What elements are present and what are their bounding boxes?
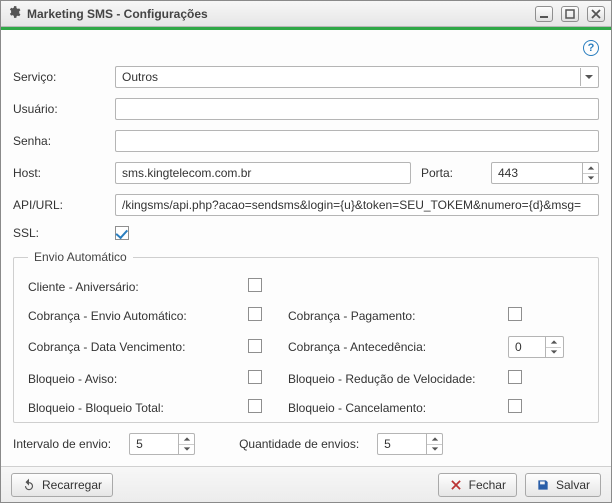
antecedencia-step-down[interactable] (546, 348, 561, 358)
bloqueio-aviso-checkbox[interactable] (248, 370, 262, 384)
quantidade-input[interactable] (378, 434, 426, 454)
minimize-button[interactable] (535, 6, 553, 22)
senha-input[interactable] (115, 130, 599, 152)
apiurl-input[interactable] (115, 194, 599, 216)
titlebar: Marketing SMS - Configurações (1, 1, 611, 27)
ssl-label: SSL: (13, 226, 115, 240)
envio-legend: Envio Automático (28, 250, 133, 264)
cobranca-antecedencia-spinner[interactable] (508, 336, 564, 358)
fechar-label: Fechar (469, 478, 506, 492)
bloqueio-total-label: Bloqueio - Bloqueio Total: (28, 401, 248, 415)
close-icon (449, 478, 463, 492)
quantidade-label: Quantidade de envios: (239, 437, 359, 451)
quantidade-spinner[interactable] (377, 433, 443, 455)
porta-spinner[interactable] (491, 162, 599, 184)
porta-label: Porta: (421, 166, 481, 180)
intervalo-input[interactable] (130, 434, 178, 454)
intervalo-spinner[interactable] (129, 433, 195, 455)
window-title: Marketing SMS - Configurações (27, 7, 527, 21)
cobranca-envio-label: Cobrança - Envio Automático: (28, 309, 248, 323)
bloqueio-cancelamento-checkbox[interactable] (508, 399, 522, 413)
salvar-label: Salvar (556, 478, 590, 492)
chevron-down-icon (580, 68, 596, 86)
cobranca-vencimento-label: Cobrança - Data Vencimento: (28, 340, 248, 354)
porta-step-up[interactable] (583, 163, 598, 174)
cobranca-pagamento-label: Cobrança - Pagamento: (288, 309, 508, 323)
close-button[interactable] (587, 6, 605, 22)
bloqueio-reducao-label: Bloqueio - Redução de Velocidade: (288, 372, 508, 386)
salvar-button[interactable]: Salvar (525, 473, 601, 497)
cobranca-antecedencia-input[interactable] (509, 337, 545, 357)
cobranca-vencimento-checkbox[interactable] (248, 339, 262, 353)
porta-input[interactable] (492, 163, 582, 183)
maximize-button[interactable] (561, 6, 579, 22)
ssl-checkbox[interactable] (115, 226, 129, 240)
quantidade-step-down[interactable] (427, 445, 442, 455)
quantidade-step-up[interactable] (427, 434, 442, 445)
porta-step-down[interactable] (583, 174, 598, 184)
footer-toolbar: Recarregar Fechar Salvar (1, 466, 611, 502)
cobranca-antecedencia-label: Cobrança - Antecedência: (288, 340, 508, 354)
apiurl-label: API/URL: (13, 198, 115, 212)
recarregar-label: Recarregar (42, 478, 102, 492)
servico-select[interactable]: Outros (115, 66, 599, 88)
intervalo-label: Intervalo de envio: (13, 437, 111, 451)
usuario-label: Usuário: (13, 102, 115, 116)
antecedencia-step-up[interactable] (546, 337, 561, 348)
cobranca-pagamento-checkbox[interactable] (508, 307, 522, 321)
intervalo-step-down[interactable] (179, 445, 194, 455)
bloqueio-reducao-checkbox[interactable] (508, 370, 522, 384)
gear-icon (7, 5, 21, 22)
save-icon (536, 478, 550, 492)
servico-value: Outros (122, 70, 158, 84)
senha-label: Senha: (13, 134, 115, 148)
dialog-window: Marketing SMS - Configurações ? Serviço:… (0, 0, 612, 503)
bloqueio-aviso-label: Bloqueio - Aviso: (28, 372, 248, 386)
cliente-aniversario-checkbox[interactable] (248, 278, 262, 292)
cobranca-envio-checkbox[interactable] (248, 307, 262, 321)
cliente-aniversario-label: Cliente - Aniversário: (28, 280, 248, 294)
help-icon[interactable]: ? (583, 40, 599, 56)
host-label: Host: (13, 166, 115, 180)
intervalo-step-up[interactable] (179, 434, 194, 445)
bloqueio-total-checkbox[interactable] (248, 399, 262, 413)
envio-automatico-group: Envio Automático Cliente - Aniversário: … (13, 250, 599, 423)
servico-label: Serviço: (13, 70, 115, 84)
host-input[interactable] (115, 162, 411, 184)
usuario-input[interactable] (115, 98, 599, 120)
bloqueio-cancelamento-label: Bloqueio - Cancelamento: (288, 401, 508, 415)
content-area: ? Serviço: Outros Usuário: Senha: (1, 30, 611, 466)
reload-icon (22, 478, 36, 492)
fechar-button[interactable]: Fechar (438, 473, 517, 497)
config-form: Serviço: Outros Usuário: Senha: Host: (13, 66, 599, 455)
recarregar-button[interactable]: Recarregar (11, 473, 113, 497)
